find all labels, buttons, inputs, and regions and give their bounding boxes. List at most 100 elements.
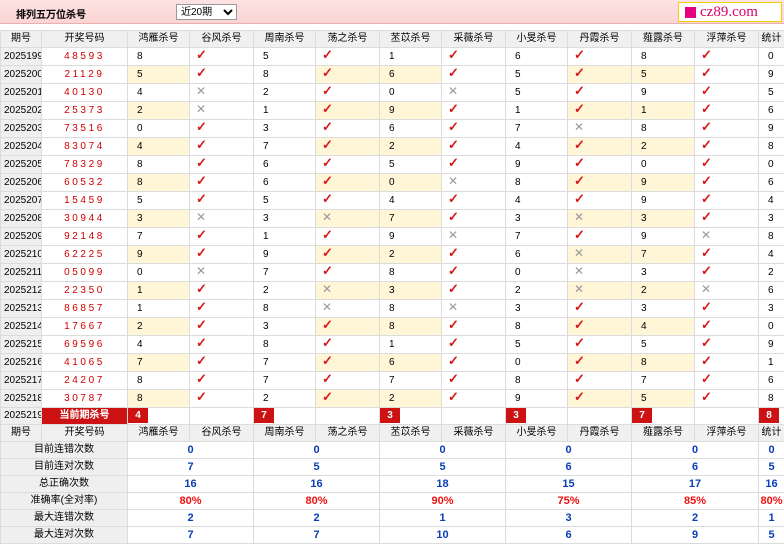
result-cell: ✓	[316, 120, 380, 138]
check-icon: ✓	[701, 318, 712, 332]
check-icon: ✓	[322, 84, 333, 98]
stat-label: 目前连对次数	[1, 459, 128, 476]
stat-value: 80%	[128, 493, 254, 510]
result-cell: ✓	[316, 102, 380, 120]
period-cell: 2025207	[1, 192, 42, 210]
column-header: 统计	[759, 425, 784, 442]
page-title: 排列五万位杀号	[16, 6, 86, 21]
cross-icon: ✕	[574, 282, 584, 296]
stat-row: 最大连对次数77106951210873	[1, 527, 784, 544]
column-header: 荡之杀号	[316, 425, 380, 442]
kill-number: 6	[759, 174, 784, 192]
kill-number: 4	[380, 192, 442, 210]
check-icon: ✓	[448, 282, 459, 296]
kill-number: 7	[254, 264, 316, 282]
kill-number: 8	[128, 372, 190, 390]
column-header: 周南杀号	[254, 31, 316, 48]
kill-number: 1	[380, 48, 442, 66]
period-select[interactable]: 近20期	[176, 4, 237, 20]
result-cell: ✓	[442, 66, 506, 84]
stat-value: 0	[380, 442, 506, 459]
check-icon: ✓	[196, 138, 207, 152]
stat-value: 2	[254, 510, 380, 527]
kill-number: 4	[759, 246, 784, 264]
table-row: 2025199485938✓5✓1✓6✓8✓0✓2✓4✕7✓3✓9	[1, 48, 784, 66]
result-cell: ✓	[316, 66, 380, 84]
stat-value: 6	[506, 459, 632, 476]
kill-number: 4	[759, 192, 784, 210]
kill-number: 9	[380, 228, 442, 246]
draw-number: 48593	[42, 48, 128, 66]
result-cell: ✓	[695, 174, 759, 192]
check-icon: ✓	[322, 228, 333, 242]
check-icon: ✓	[574, 84, 585, 98]
kill-number: 2	[380, 246, 442, 264]
check-icon: ✓	[701, 336, 712, 350]
result-cell: ✓	[316, 192, 380, 210]
stat-value: 6	[506, 527, 632, 544]
stat-value: 7	[128, 459, 254, 476]
draw-number: 41065	[42, 354, 128, 372]
kill-number: 8	[759, 228, 784, 246]
period-cell: 2025206	[1, 174, 42, 192]
kill-number: 3	[759, 210, 784, 228]
current-kill-number: 3	[380, 408, 400, 423]
cross-icon: ✕	[322, 210, 332, 224]
stat-value: 15	[506, 476, 632, 493]
result-cell: ✓	[568, 390, 632, 408]
table-row: 2025211050990✕7✓8✓0✕3✓2✓3✓5✓3✓6✓8	[1, 264, 784, 282]
kill-number: 8	[759, 138, 784, 156]
site-logo[interactable]: cz89.com	[678, 2, 782, 22]
kill-number: 6	[380, 120, 442, 138]
check-icon: ✓	[701, 48, 712, 62]
result-cell: ✓	[442, 264, 506, 282]
result-cell: ✕	[442, 84, 506, 102]
stat-value: 10	[380, 527, 506, 544]
check-icon: ✓	[701, 66, 712, 80]
current-kill-number: 7	[254, 408, 274, 423]
kill-number: 8	[128, 174, 190, 192]
cross-icon: ✕	[448, 228, 458, 242]
stat-value: 7	[128, 527, 254, 544]
column-header: 薤露杀号	[632, 425, 695, 442]
result-cell: ✓	[316, 354, 380, 372]
current-kill-number: 7	[632, 408, 652, 423]
check-icon: ✓	[196, 156, 207, 170]
result-cell: ✓	[695, 192, 759, 210]
result-cell: ✓	[442, 138, 506, 156]
result-cell: ✓	[568, 48, 632, 66]
kill-number: 8	[128, 48, 190, 66]
cross-icon: ✕	[701, 282, 711, 296]
kill-number: 9	[632, 174, 695, 192]
result-cell: ✓	[695, 300, 759, 318]
table-row: 2025212223501✓2✕3✓2✕2✕6✓9✓3✓8✓4✓7	[1, 282, 784, 300]
result-cell: ✕	[695, 228, 759, 246]
cross-icon: ✕	[196, 264, 206, 278]
stat-value: 2	[128, 510, 254, 527]
period-cell: 2025214	[1, 318, 42, 336]
result-cell: ✕	[568, 246, 632, 264]
kill-number: 7	[380, 372, 442, 390]
check-icon: ✓	[448, 264, 459, 278]
current-kill-number: 4	[128, 408, 148, 423]
stat-value: 17	[632, 476, 759, 493]
kill-number: 4	[128, 336, 190, 354]
result-cell: ✓	[695, 120, 759, 138]
check-icon: ✓	[196, 174, 207, 188]
result-cell: ✓	[190, 282, 254, 300]
kill-number: 5	[759, 84, 784, 102]
check-icon: ✓	[196, 372, 207, 386]
kill-number: 5	[254, 48, 316, 66]
column-header: 谷风杀号	[190, 425, 254, 442]
check-icon: ✓	[701, 174, 712, 188]
kill-number: 4	[128, 84, 190, 102]
kill-number: 7	[254, 354, 316, 372]
stat-value: 0	[632, 442, 759, 459]
check-icon: ✓	[322, 192, 333, 206]
kill-number: 0	[380, 174, 442, 192]
result-cell: ✓	[316, 264, 380, 282]
kill-number: 0	[128, 120, 190, 138]
result-cell: ✓	[695, 48, 759, 66]
kill-number: 8	[632, 120, 695, 138]
check-icon: ✓	[322, 318, 333, 332]
